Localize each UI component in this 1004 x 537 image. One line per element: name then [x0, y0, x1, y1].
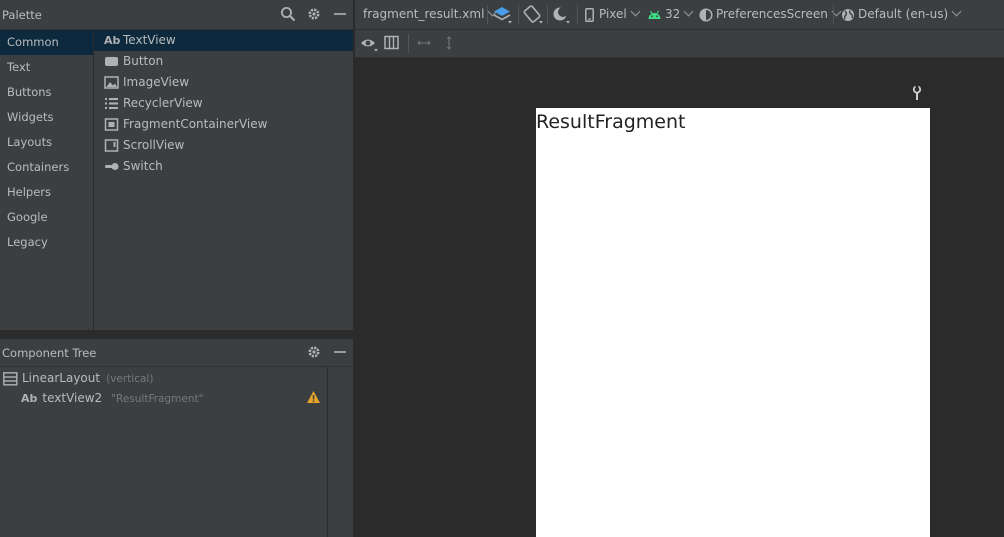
- minimize-icon[interactable]: [332, 6, 348, 22]
- palette-title: Palette: [2, 8, 42, 22]
- eye-icon[interactable]: [360, 35, 380, 53]
- api-level: 32: [665, 7, 681, 21]
- component-tree-header: Component Tree: [0, 339, 353, 367]
- android-icon: [647, 10, 662, 20]
- file-name: fragment_result.xml: [363, 7, 485, 21]
- panel-splitter[interactable]: [0, 330, 353, 339]
- palette-item-imageview[interactable]: ImageView: [94, 72, 353, 93]
- tree-node-textview2[interactable]: Ab textView2 "ResultFragment": [21, 388, 203, 408]
- text-ab-icon: Ab: [104, 34, 121, 47]
- toolbar-separator: [518, 5, 519, 24]
- view-options-toolbar: [355, 30, 1004, 58]
- chevron-down-icon: [951, 6, 962, 17]
- locale-dropdown[interactable]: Default (en-us): [841, 0, 962, 29]
- button-icon: [104, 54, 120, 69]
- category-common[interactable]: Common: [0, 30, 93, 55]
- device-preview[interactable]: ResultFragment: [536, 108, 930, 537]
- toolbar-separator: [487, 5, 488, 24]
- palette-item-button[interactable]: Button: [94, 51, 353, 72]
- category-widgets[interactable]: Widgets: [0, 105, 93, 130]
- category-text[interactable]: Text: [0, 55, 93, 80]
- minimize-icon[interactable]: [332, 344, 348, 360]
- toolbar-separator: [408, 34, 409, 53]
- palette-item-switch[interactable]: Switch: [94, 156, 353, 177]
- warning-icon[interactable]: [306, 390, 321, 404]
- category-google[interactable]: Google: [0, 205, 93, 230]
- toolbar-separator: [833, 5, 834, 24]
- design-toolbar: fragment_result.xml Pixel 32 Preferences…: [355, 0, 1004, 30]
- list-icon: [104, 96, 120, 111]
- theme-dropdown[interactable]: PreferencesScreen: [699, 0, 842, 29]
- tree-side-strip: [327, 367, 354, 537]
- gear-icon[interactable]: [306, 6, 322, 22]
- palette-categories: Common Text Buttons Widgets Layouts Cont…: [0, 30, 93, 330]
- tree-node-label: LinearLayout: [22, 371, 101, 385]
- globe-icon: [841, 8, 855, 22]
- palette-item-label: RecyclerView: [123, 96, 203, 110]
- night-mode-icon[interactable]: [552, 5, 572, 25]
- category-buttons[interactable]: Buttons: [0, 80, 93, 105]
- toolbar-separator: [547, 5, 548, 24]
- category-legacy[interactable]: Legacy: [0, 230, 93, 255]
- category-containers[interactable]: Containers: [0, 155, 93, 180]
- preview-textview[interactable]: ResultFragment: [536, 111, 685, 133]
- palette-item-recyclerview[interactable]: RecyclerView: [94, 93, 353, 114]
- horizontal-resize-icon: [416, 36, 432, 50]
- blueprint-icon[interactable]: [384, 35, 400, 51]
- palette-item-label: Switch: [123, 159, 163, 173]
- palette-items: Ab TextView Button ImageView RecyclerVie…: [94, 30, 353, 330]
- palette-item-label: Button: [123, 54, 164, 68]
- switch-icon: [104, 159, 120, 174]
- linear-layout-icon: [3, 371, 18, 386]
- component-tree: LinearLayout (vertical) Ab textView2 "Resul…: [0, 367, 327, 537]
- component-tree-title: Component Tree: [2, 346, 97, 360]
- chevron-down-icon: [683, 6, 694, 17]
- tree-node-hint: (vertical): [106, 373, 154, 385]
- palette-item-label: ImageView: [123, 75, 190, 89]
- layers-icon[interactable]: [493, 5, 513, 25]
- palette-item-scrollview[interactable]: ScrollView: [94, 135, 353, 156]
- theme-name: PreferencesScreen: [716, 7, 828, 21]
- palette-header: Palette: [0, 0, 353, 30]
- gear-icon[interactable]: [306, 344, 322, 360]
- toolbar-separator: [577, 5, 578, 24]
- file-dropdown[interactable]: fragment_result.xml: [363, 0, 498, 29]
- category-helpers[interactable]: Helpers: [0, 180, 93, 205]
- chevron-down-icon: [630, 6, 641, 17]
- theme-icon: [699, 7, 713, 22]
- device-dropdown[interactable]: Pixel: [585, 0, 641, 29]
- text-ab-icon: Ab: [21, 392, 38, 405]
- device-name: Pixel: [599, 7, 627, 21]
- scroll-icon: [104, 138, 120, 153]
- tree-node-linearlayout[interactable]: LinearLayout (vertical): [3, 368, 153, 388]
- palette-item-label: TextView: [123, 33, 176, 47]
- category-layouts[interactable]: Layouts: [0, 130, 93, 155]
- wrench-icon[interactable]: [910, 85, 924, 101]
- orientation-icon[interactable]: [522, 4, 544, 25]
- palette-item-label: FragmentContainerView: [123, 117, 268, 131]
- vertical-resize-icon: [442, 35, 456, 51]
- search-icon[interactable]: [280, 6, 296, 22]
- phone-icon: [585, 7, 594, 22]
- tree-node-hint: "ResultFragment": [111, 393, 204, 405]
- tree-node-label: textView2: [42, 391, 103, 405]
- palette-item-textview[interactable]: Ab TextView: [94, 30, 353, 51]
- fragment-icon: [104, 117, 120, 132]
- image-icon: [104, 75, 120, 90]
- palette-item-label: ScrollView: [123, 138, 185, 152]
- locale-name: Default (en-us): [858, 7, 949, 21]
- palette-item-fragmentcontainerview[interactable]: FragmentContainerView: [94, 114, 353, 135]
- api-dropdown[interactable]: 32: [647, 0, 694, 29]
